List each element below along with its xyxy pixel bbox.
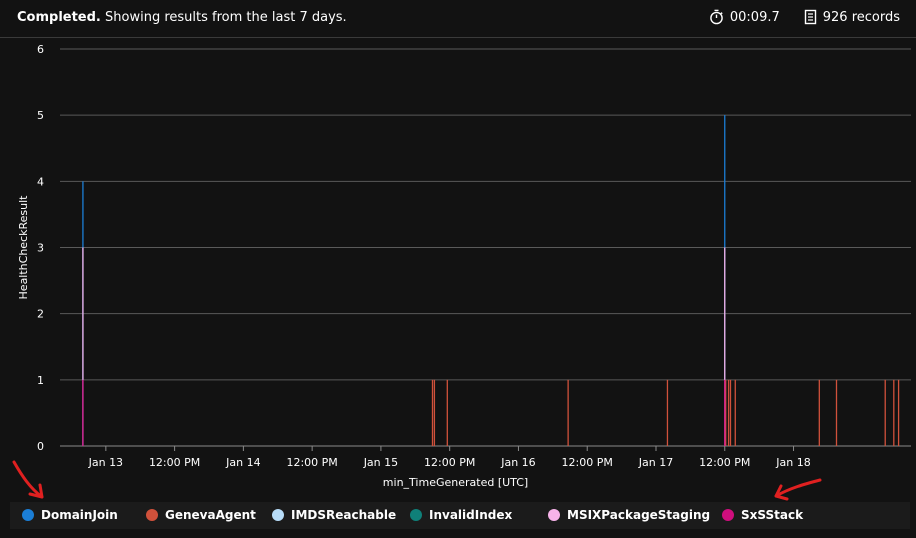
y-tick-label: 4 <box>37 175 44 188</box>
legend-label: MSIXPackageStaging <box>567 508 711 522</box>
records-stat: 926 records <box>804 9 900 25</box>
x-tick-label: 12:00 PM <box>424 456 475 469</box>
legend-swatch <box>272 509 284 521</box>
status-message: Completed. Showing results from the last… <box>17 10 347 25</box>
duration-stat: 00:09.7 <box>709 9 780 25</box>
legend-item-msixpackagestaging[interactable]: MSIXPackageStaging <box>548 508 710 522</box>
legend-label: SxSStack <box>741 508 804 522</box>
health-check-chart: 0 1 2 3 4 5 6 HealthCheckResult Jan 13 12:00 PM Ja… <box>17 43 911 489</box>
legend-label: GenevaAgent <box>165 508 256 522</box>
x-tick-label: 12:00 PM <box>149 456 200 469</box>
x-tick-label: 12:00 PM <box>699 456 750 469</box>
legend-label: DomainJoin <box>41 508 118 522</box>
y-tick-label: 1 <box>37 374 44 387</box>
legend-item-genevaagent[interactable]: GenevaAgent <box>146 508 256 522</box>
x-tick-label: 12:00 PM <box>286 456 337 469</box>
legend-swatch <box>146 509 158 521</box>
stopwatch-icon <box>710 9 723 25</box>
legend-item-imdsreachable[interactable]: IMDSReachable <box>272 508 396 522</box>
records-icon <box>804 9 816 25</box>
legend-swatch <box>548 509 560 521</box>
x-tick-label: Jan 17 <box>638 456 673 469</box>
y-tick-label: 0 <box>37 440 44 453</box>
y-tick-label: 6 <box>37 43 44 56</box>
legend-item-invalidindex[interactable]: InvalidIndex <box>410 508 512 522</box>
record-count: 926 records <box>822 9 900 25</box>
query-stats: 00:09.7 926 records <box>709 9 900 25</box>
x-tick-label: Jan 13 <box>88 456 123 469</box>
x-axis-label: min_TimeGenerated [UTC] <box>383 476 528 489</box>
query-duration: 00:09.7 <box>729 9 780 25</box>
legend-swatch <box>722 509 734 521</box>
legend-item-sxsstack[interactable]: SxSStack <box>722 508 803 522</box>
x-tick-label: Jan 15 <box>363 456 398 469</box>
legend-item-domainjoin[interactable]: DomainJoin <box>22 508 118 522</box>
chart-legend: DomainJoin GenevaAgent IMDSReachable Invali… <box>10 502 910 529</box>
status-details: Showing results from the last 7 days. <box>105 10 347 25</box>
status-completed: Completed. <box>17 10 101 25</box>
y-tick-label: 2 <box>37 308 44 321</box>
y-tick-label: 5 <box>37 109 44 122</box>
y-tick-label: 3 <box>37 242 44 255</box>
x-tick-label: 12:00 PM <box>562 456 613 469</box>
x-tick-label: Jan 16 <box>500 456 535 469</box>
query-status-bar: Completed. Showing results from the last… <box>0 0 916 38</box>
y-axis-label: HealthCheckResult <box>17 195 30 300</box>
legend-label: IMDSReachable <box>291 508 397 522</box>
legend-swatch <box>22 509 34 521</box>
x-tick-label: Jan 18 <box>775 456 810 469</box>
x-tick-label: Jan 14 <box>225 456 260 469</box>
legend-label: InvalidIndex <box>429 508 513 522</box>
legend-swatch <box>410 509 422 521</box>
